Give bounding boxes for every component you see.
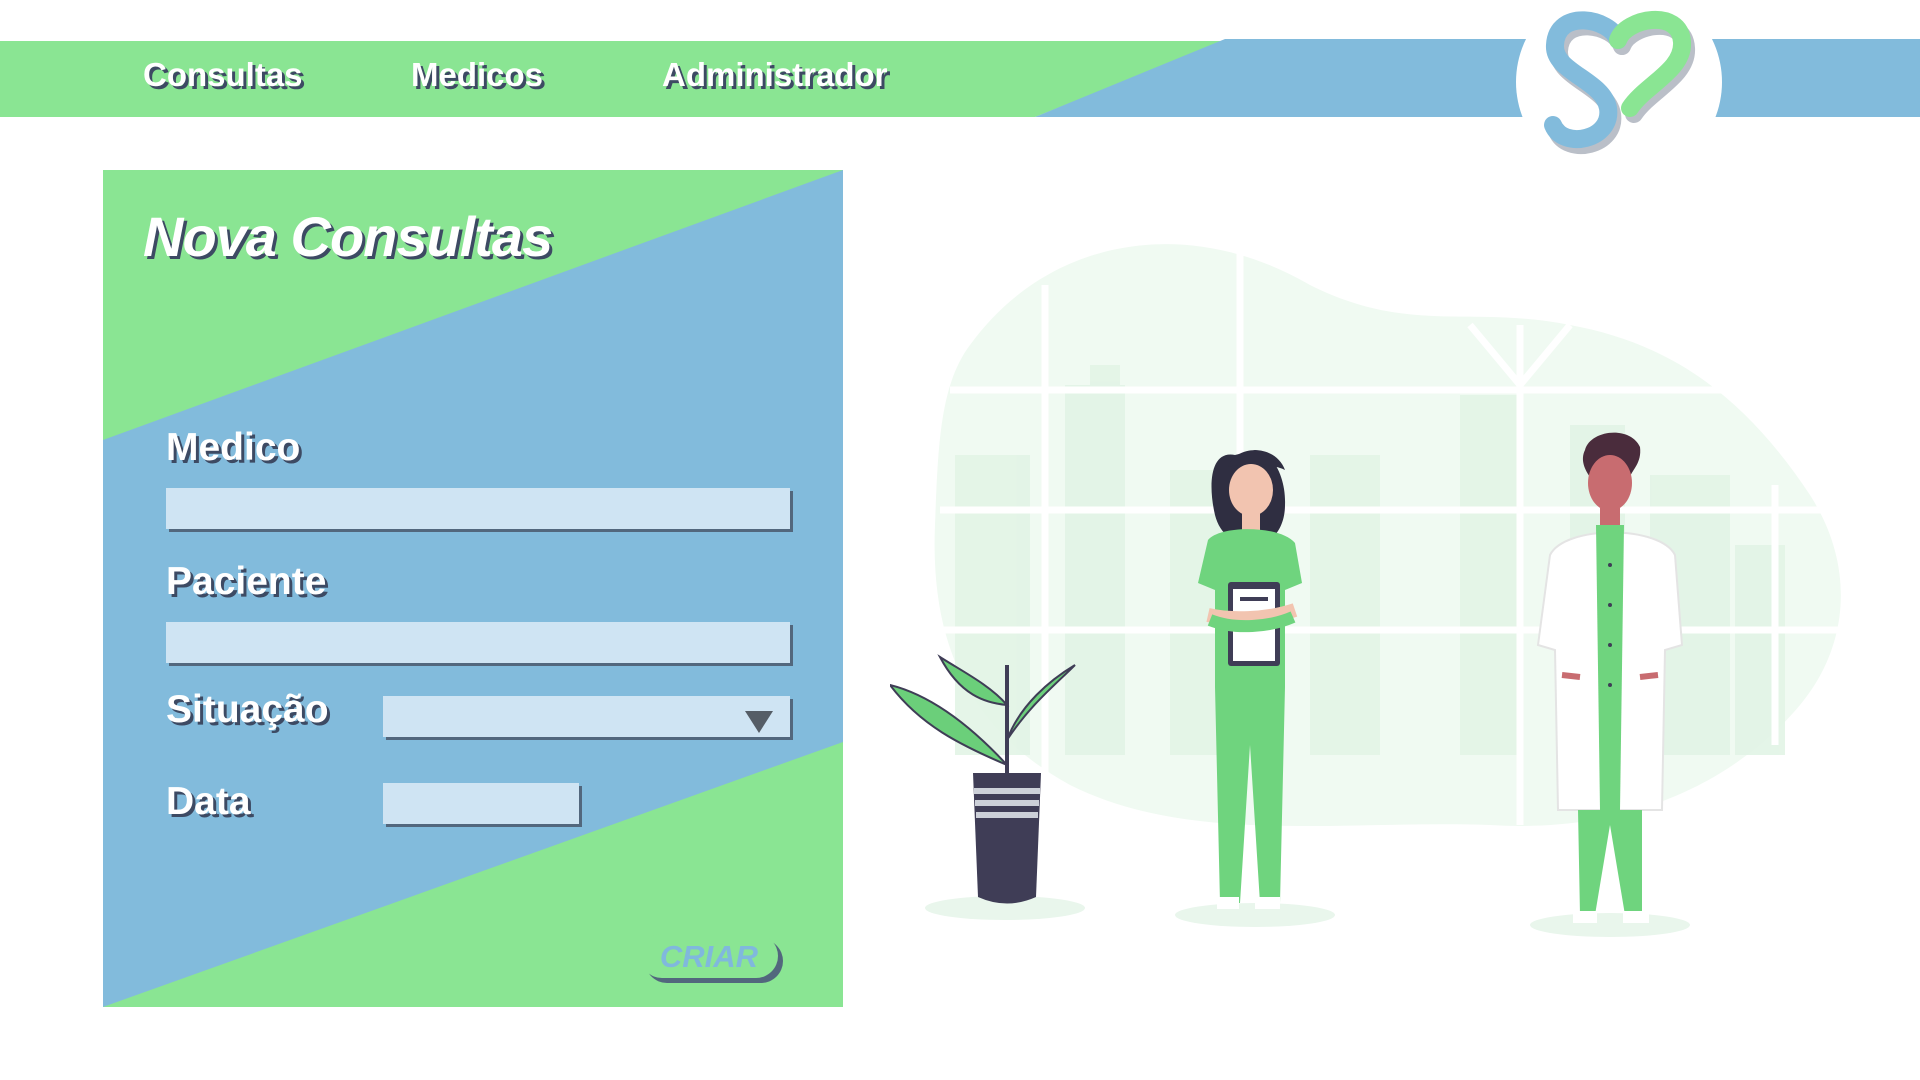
medico-label: Medico bbox=[166, 426, 301, 469]
doctors-illustration-icon bbox=[887, 225, 1870, 945]
data-input[interactable] bbox=[383, 783, 579, 824]
heart-s-logo-icon[interactable] bbox=[1515, 0, 1723, 182]
nav-item-administrador[interactable]: Administrador bbox=[662, 56, 888, 94]
data-label: Data bbox=[166, 780, 251, 823]
nav-item-medicos[interactable]: Medicos bbox=[411, 56, 543, 94]
criar-button[interactable]: CRIAR bbox=[640, 934, 778, 978]
situacao-label: Situação bbox=[166, 688, 329, 731]
nav-item-consultas[interactable]: Consultas bbox=[143, 56, 303, 94]
medico-input[interactable] bbox=[166, 488, 790, 529]
new-consultation-card: Nova Consultas Medico Paciente Situação … bbox=[103, 170, 843, 1007]
chevron-down-icon[interactable] bbox=[745, 711, 773, 733]
situacao-select[interactable] bbox=[383, 696, 790, 737]
paciente-input[interactable] bbox=[166, 622, 790, 663]
top-navigation-bar: Consultas Medicos Administrador bbox=[0, 0, 1920, 182]
paciente-label: Paciente bbox=[166, 560, 327, 603]
form-title: Nova Consultas bbox=[143, 205, 553, 268]
